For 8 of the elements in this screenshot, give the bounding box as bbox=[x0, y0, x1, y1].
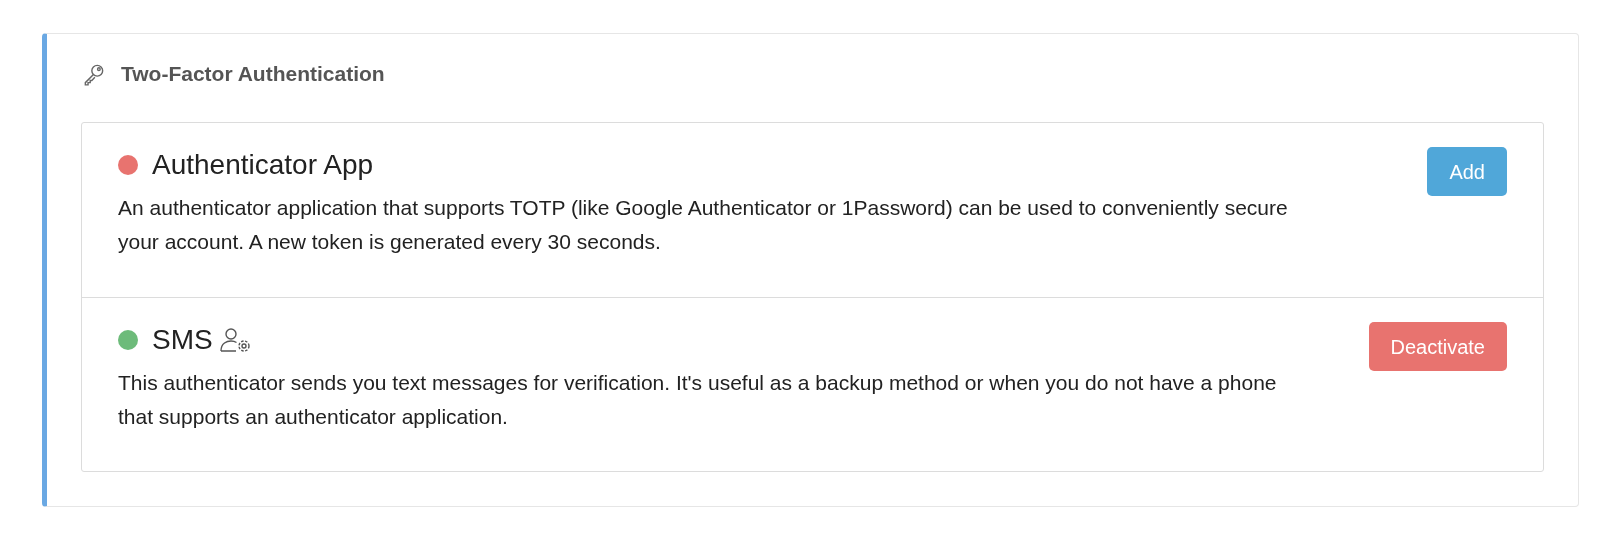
method-name: Authenticator App bbox=[152, 148, 374, 182]
user-settings-icon bbox=[218, 327, 253, 353]
method-button[interactable]: Deactivate bbox=[1368, 322, 1507, 371]
method-description: This authenticator sends you text messages for verification. It's useful as a backup method or when you do not have a phone that supports an authenticator application. bbox=[118, 370, 1278, 430]
method-name: SMS bbox=[152, 323, 213, 357]
method-description: An authenticator application that supports TOTP (like Google Authenticator or 1Password) can be used to conveniently secure your account. A new token is generated every 30 seconds. bbox=[118, 195, 1289, 255]
panel-title: Two-Factor Authentication bbox=[121, 61, 385, 88]
method-button[interactable]: Add bbox=[1427, 147, 1507, 196]
